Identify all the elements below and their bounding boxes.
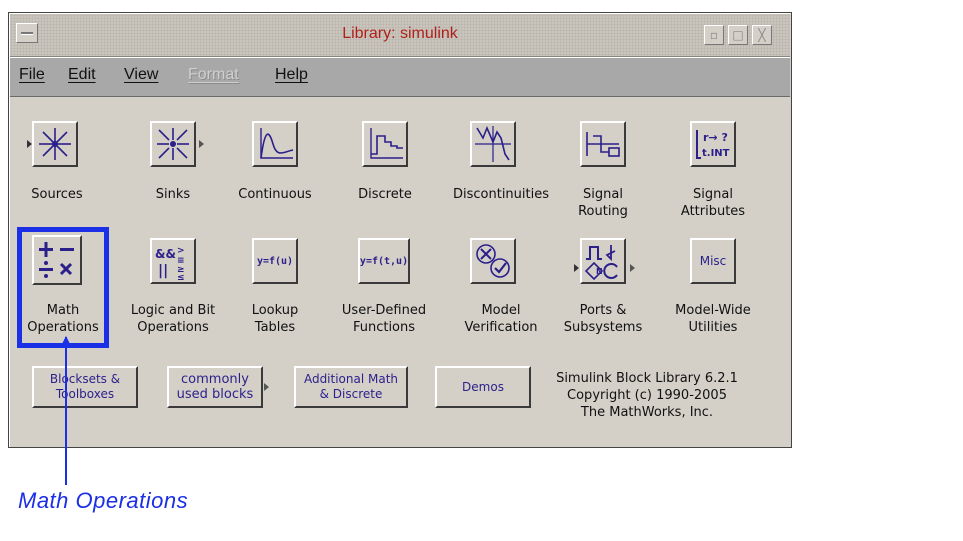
signal-routing-block[interactable] [580, 121, 626, 167]
model-wide-utilities-block[interactable]: Misc [690, 238, 736, 284]
model-wide-utilities-label: Model-Wide Utilities [675, 303, 751, 335]
company-name: The MathWorks, Inc. [580, 405, 714, 420]
discrete-icon [370, 128, 403, 159]
svg-text:>: > [177, 246, 185, 256]
logic-operations-icon: && || > ≡ ≥ ≤ [155, 246, 185, 281]
sinks-block[interactable] [150, 121, 196, 167]
title-bar[interactable]: Library: simulink ▫ □ ╳ [10, 14, 790, 57]
continuous-block[interactable] [252, 121, 298, 167]
commonly-used-blocks-button[interactable]: commonly used blocks [167, 366, 263, 408]
callout-line [65, 337, 67, 485]
model-verification-block[interactable] [470, 238, 516, 284]
discrete-block[interactable] [362, 121, 408, 167]
svg-text:r→ ?: r→ ? [703, 131, 728, 144]
menu-bar: File Edit View Format Help [10, 57, 790, 97]
used-blocks-input-icon [158, 387, 163, 395]
signal-attributes-label: Signal Attributes [680, 187, 746, 219]
lookup-tables-block[interactable]: y=f(u) [252, 238, 298, 284]
output-port-icon [199, 140, 204, 148]
copyright-years: Copyright (c) 1990-2005 [567, 388, 727, 403]
menu-edit[interactable]: Edit [68, 66, 96, 84]
ports-subsystems-label: Ports & Subsystems [563, 303, 643, 335]
ports-output-icon [630, 264, 635, 272]
svg-text:N: N [596, 267, 603, 276]
ports-input-icon [574, 264, 579, 272]
svg-text:t.INT: t.INT [702, 148, 730, 159]
discontinuities-icon [475, 125, 511, 162]
svg-text:≤: ≤ [177, 273, 185, 281]
demos-button[interactable]: Demos [435, 366, 531, 408]
menu-view[interactable]: View [124, 66, 158, 84]
close-icon[interactable]: ╳ [752, 25, 772, 45]
math-operations-highlight [17, 227, 109, 348]
signal-attributes-block[interactable]: r→ ? t.INT [690, 121, 736, 167]
discrete-label: Discrete [358, 187, 412, 202]
signal-routing-icon [586, 132, 620, 157]
signal-attributes-icon: r→ ? t.INT [696, 130, 730, 159]
ports-subsystems-block[interactable]: N [580, 238, 626, 284]
sources-block[interactable] [32, 121, 78, 167]
signal-routing-label: Signal Routing [578, 187, 628, 219]
library-version: Simulink Block Library 6.2.1 [556, 371, 738, 386]
sinks-icon [157, 128, 189, 160]
additional-math-discrete-button[interactable]: Additional Math & Discrete [294, 366, 408, 408]
lookup-tables-label: Lookup Tables [251, 303, 299, 335]
menu-format: Format [188, 66, 239, 83]
svg-text:&&: && [155, 247, 176, 261]
continuous-label: Continuous [238, 187, 312, 202]
logic-bit-operations-block[interactable]: && || > ≡ ≥ ≤ [150, 238, 196, 284]
user-defined-functions-block[interactable]: y=f(t,u) [358, 238, 410, 284]
discontinuities-block[interactable] [470, 121, 516, 167]
minimize-icon[interactable]: ▫ [704, 25, 724, 45]
callout-label: Math Operations [18, 488, 189, 513]
continuous-icon [260, 128, 294, 159]
sources-label: Sources [31, 187, 83, 202]
model-verification-icon [476, 244, 510, 278]
window-title: Library: simulink [342, 25, 458, 42]
menu-file[interactable]: File [19, 66, 45, 84]
callout-arrow-icon [60, 336, 72, 348]
sources-icon [39, 128, 71, 160]
menu-help[interactable]: Help [275, 66, 308, 84]
used-blocks-output-icon [264, 383, 269, 391]
copyright-notice: Simulink Block Library 6.2.1 Copyright (… [552, 370, 742, 421]
user-defined-functions-label: User-Defined Functions [341, 303, 427, 335]
maximize-icon[interactable]: □ [728, 25, 748, 45]
svg-text:||: || [158, 263, 168, 279]
ports-subsystems-icon: N [584, 245, 618, 281]
blocksets-toolboxes-button[interactable]: Blocksets & Toolboxes [32, 366, 138, 408]
